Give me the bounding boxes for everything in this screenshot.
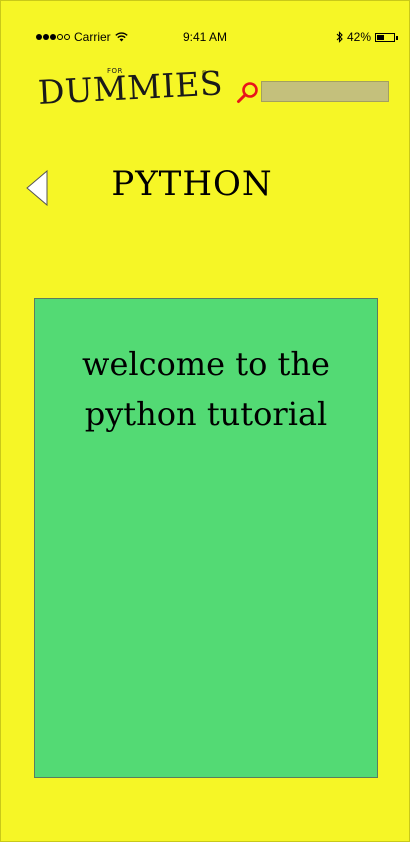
search-input[interactable] [261,81,389,102]
search-icon[interactable] [236,81,260,105]
battery-fill [377,34,384,40]
bluetooth-icon [336,31,343,43]
battery-percent: 42% [346,30,371,44]
logo-wordmark: DUMMIES [36,63,224,112]
page-title: PYTHON [111,164,273,204]
dummies-logo: FOR DUMMIES ® [37,63,224,117]
app-screen: Carrier 9:41 AM 42% FOR DUMMIES ® PYTHON… [0,0,410,842]
battery-cap [396,35,398,40]
content-card: welcome to the python tutorial [34,298,378,778]
status-bar: Carrier 9:41 AM 42% [1,28,409,48]
welcome-text: welcome to the python tutorial [82,345,330,433]
battery-icon [375,32,398,42]
logo-registered-mark: ® [202,71,207,77]
status-right: 42% [336,30,398,44]
